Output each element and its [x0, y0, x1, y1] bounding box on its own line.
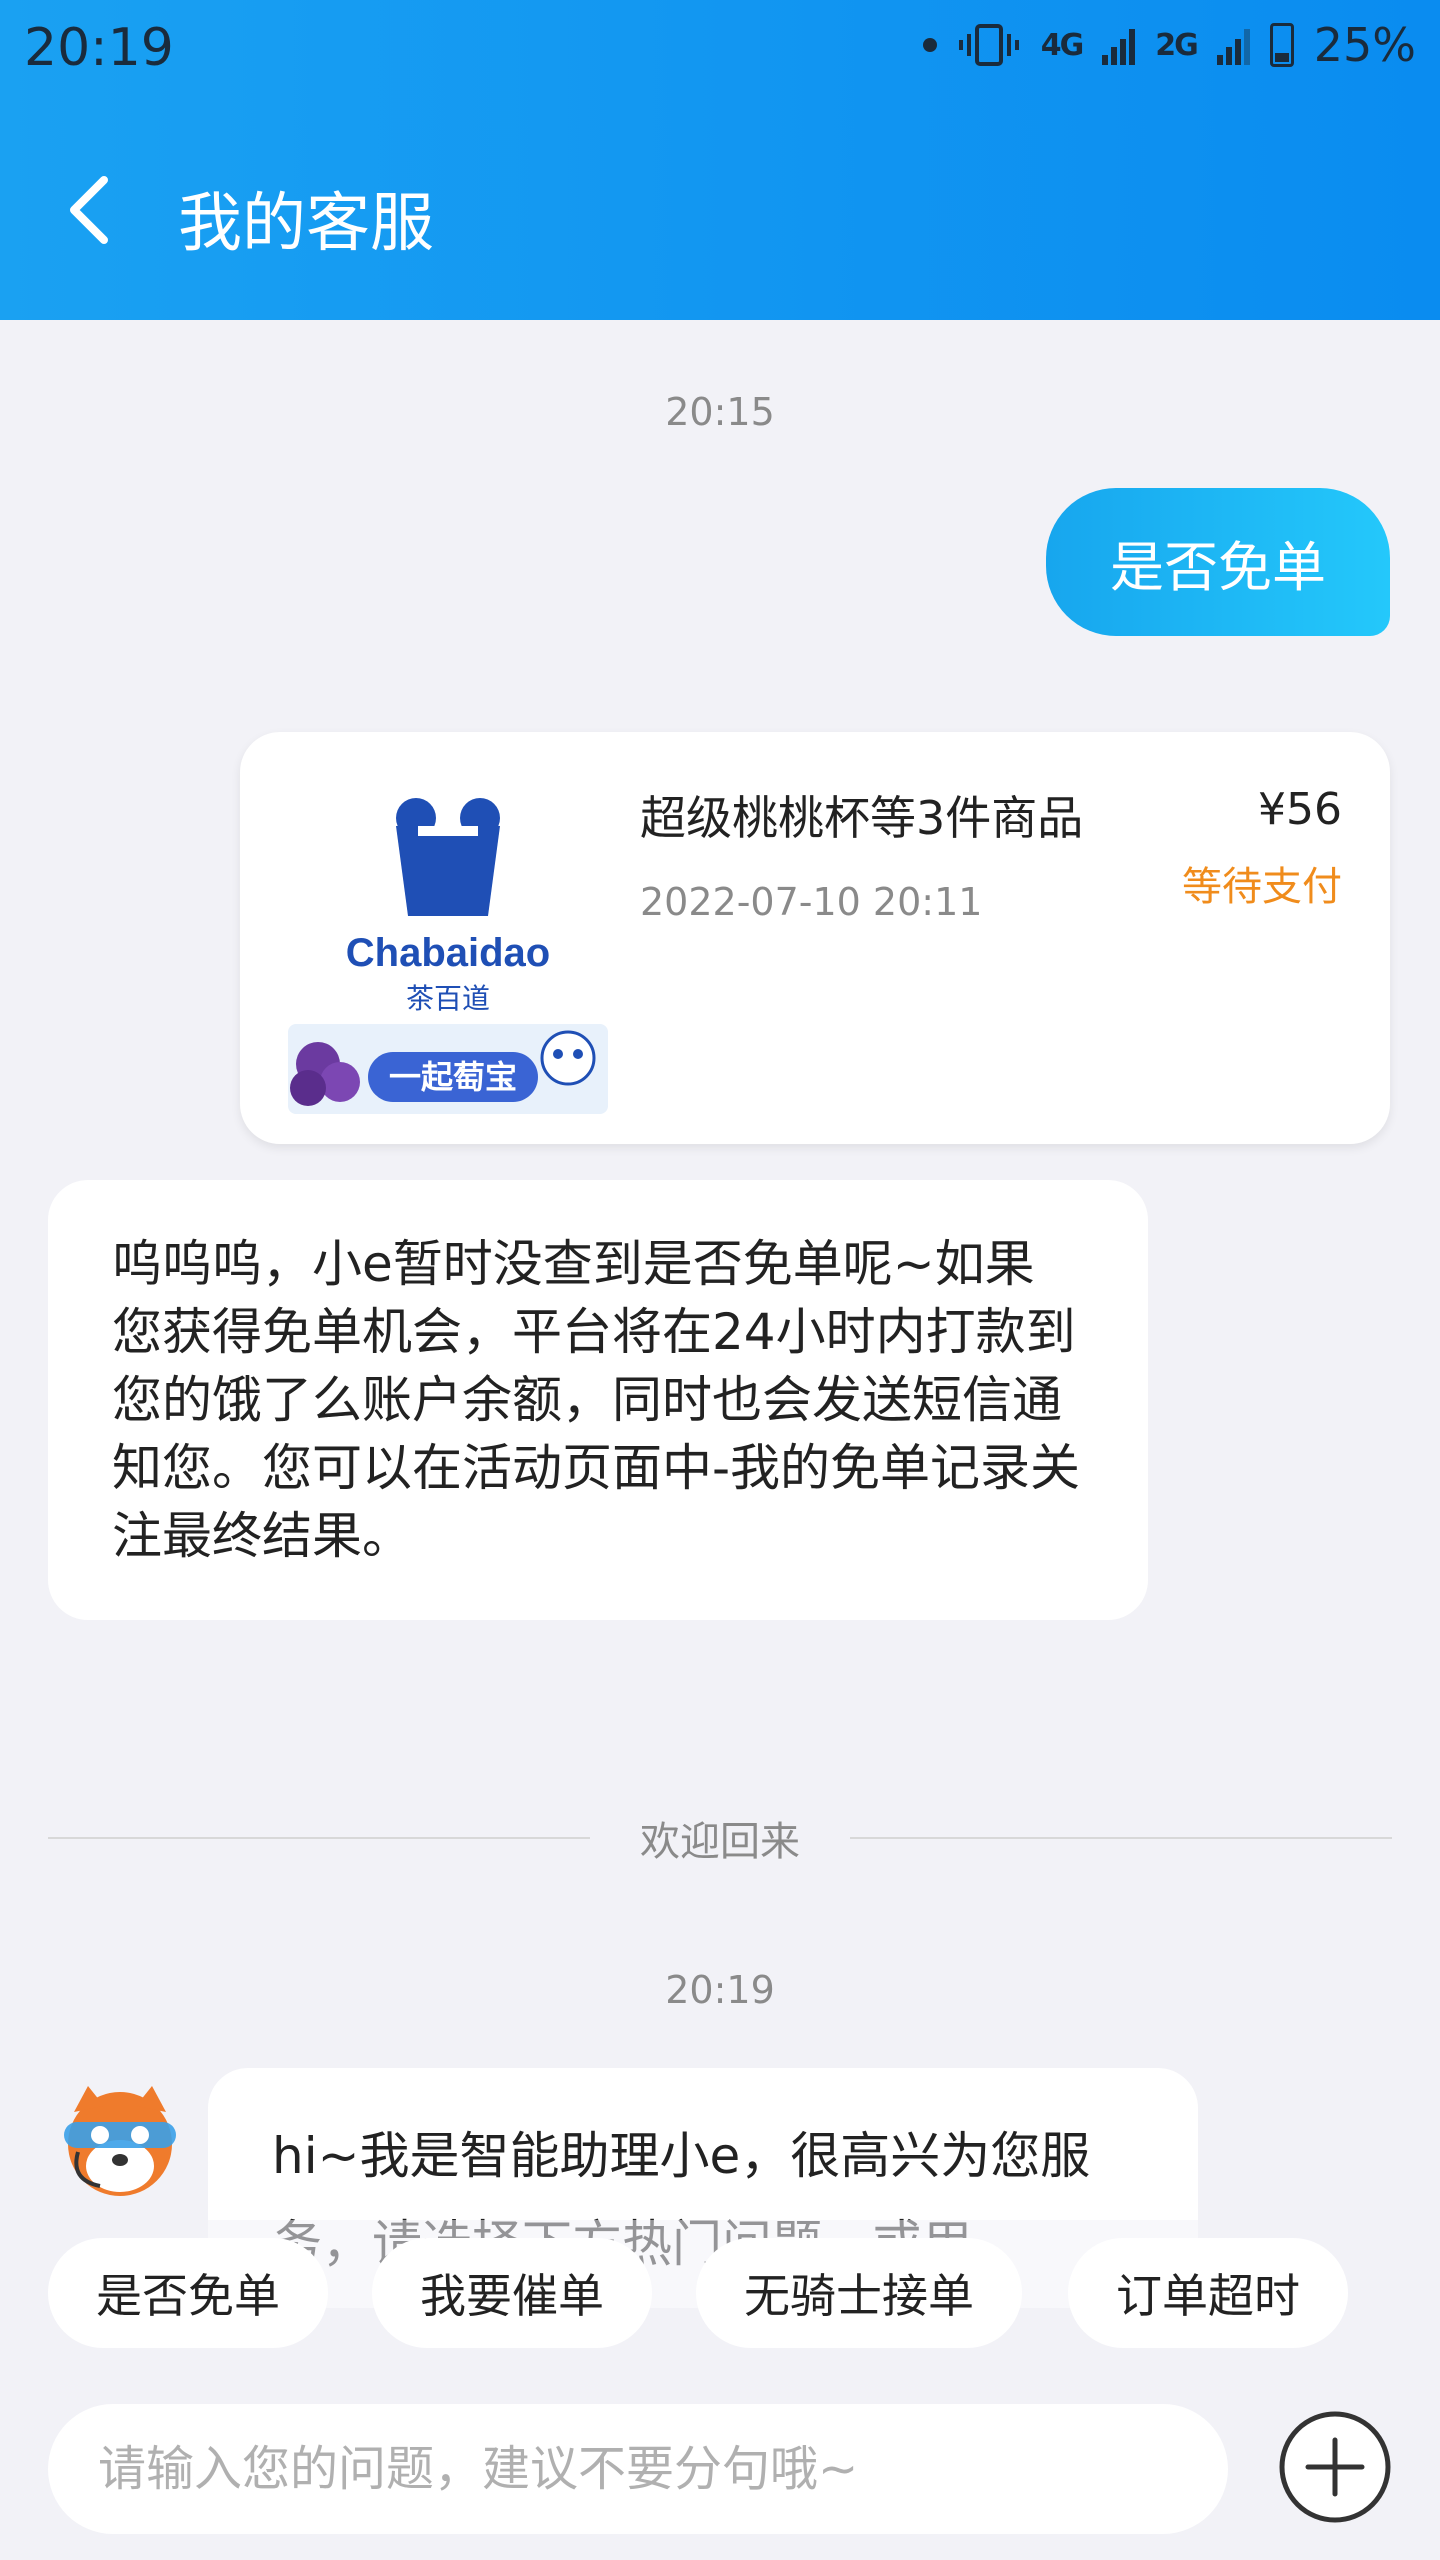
signal-icon-2 [1216, 25, 1250, 65]
bot-message-bubble: 呜呜呜，小e暂时没查到是否免单呢~如果您获得免单机会，平台将在24小时内打款到您… [48, 1180, 1148, 1620]
user-message-text: 是否免单 [1110, 535, 1326, 599]
divider-line [850, 1837, 1392, 1839]
quick-replies: 是否免单 我要催单 无骑士接单 订单超时 [0, 2220, 1440, 2360]
message-timestamp-2: 20:19 [665, 1968, 775, 2012]
header: 我的客服 [0, 130, 1440, 290]
question-input[interactable] [48, 2404, 1228, 2534]
logo-cn-text: 茶百道 [406, 982, 490, 1015]
page-title: 我的客服 [178, 187, 434, 261]
quick-reply-free-order[interactable]: 是否免单 [48, 2238, 328, 2348]
bot-message-text: 呜呜呜，小e暂时没查到是否免单呢~如果您获得免单机会，平台将在24小时内打款到您… [112, 1235, 1081, 1565]
chevron-left-icon[interactable] [60, 170, 120, 250]
status-icons: 4G 2G 25% [922, 18, 1416, 72]
logo-brand-text: Chabaidao [346, 931, 550, 975]
status-bar: 20:19 4G 2G 25% [0, 0, 1440, 110]
divider-line [48, 1837, 590, 1839]
message-timestamp: 20:15 [665, 390, 775, 434]
welcome-divider: 欢迎回来 [48, 1808, 1392, 1868]
order-item-name: 超级桃桃杯等3件商品 [640, 791, 1084, 845]
top-bar: 20:19 4G 2G 25% 我的客服 [0, 0, 1440, 320]
battery-icon [1269, 23, 1294, 67]
order-time: 2022-07-10 20:11 [640, 880, 983, 924]
order-status: 等待支付 [1182, 864, 1342, 910]
logo-banner-text: 一起萄宝 [389, 1058, 517, 1096]
battery-percent: 25% [1313, 18, 1416, 72]
vibrate-icon [958, 24, 1019, 66]
network-2g-label: 2G [1155, 27, 1198, 63]
order-price: ¥56 [1258, 784, 1342, 835]
order-card[interactable]: Chabaidao 茶百道 一起萄宝 超级桃桃杯等3件商品 2022-07-10… [240, 732, 1390, 1144]
chabaidao-logo: Chabaidao 茶百道 一起萄宝 [288, 798, 608, 1114]
input-bar [0, 2380, 1440, 2560]
quick-reply-no-rider[interactable]: 无骑士接单 [696, 2238, 1022, 2348]
user-message-bubble: 是否免单 [1046, 488, 1390, 636]
quick-reply-urge-order[interactable]: 我要催单 [372, 2238, 652, 2348]
notification-dot-icon [922, 38, 937, 52]
signal-icon [1102, 25, 1136, 65]
divider-label: 欢迎回来 [640, 1819, 800, 1865]
quick-reply-order-timeout[interactable]: 订单超时 [1068, 2238, 1348, 2348]
plus-icon[interactable] [1278, 2410, 1392, 2524]
status-time: 20:19 [24, 18, 174, 78]
assistant-avatar-icon [64, 2086, 176, 2196]
network-4g-label: 4G [1040, 27, 1084, 63]
